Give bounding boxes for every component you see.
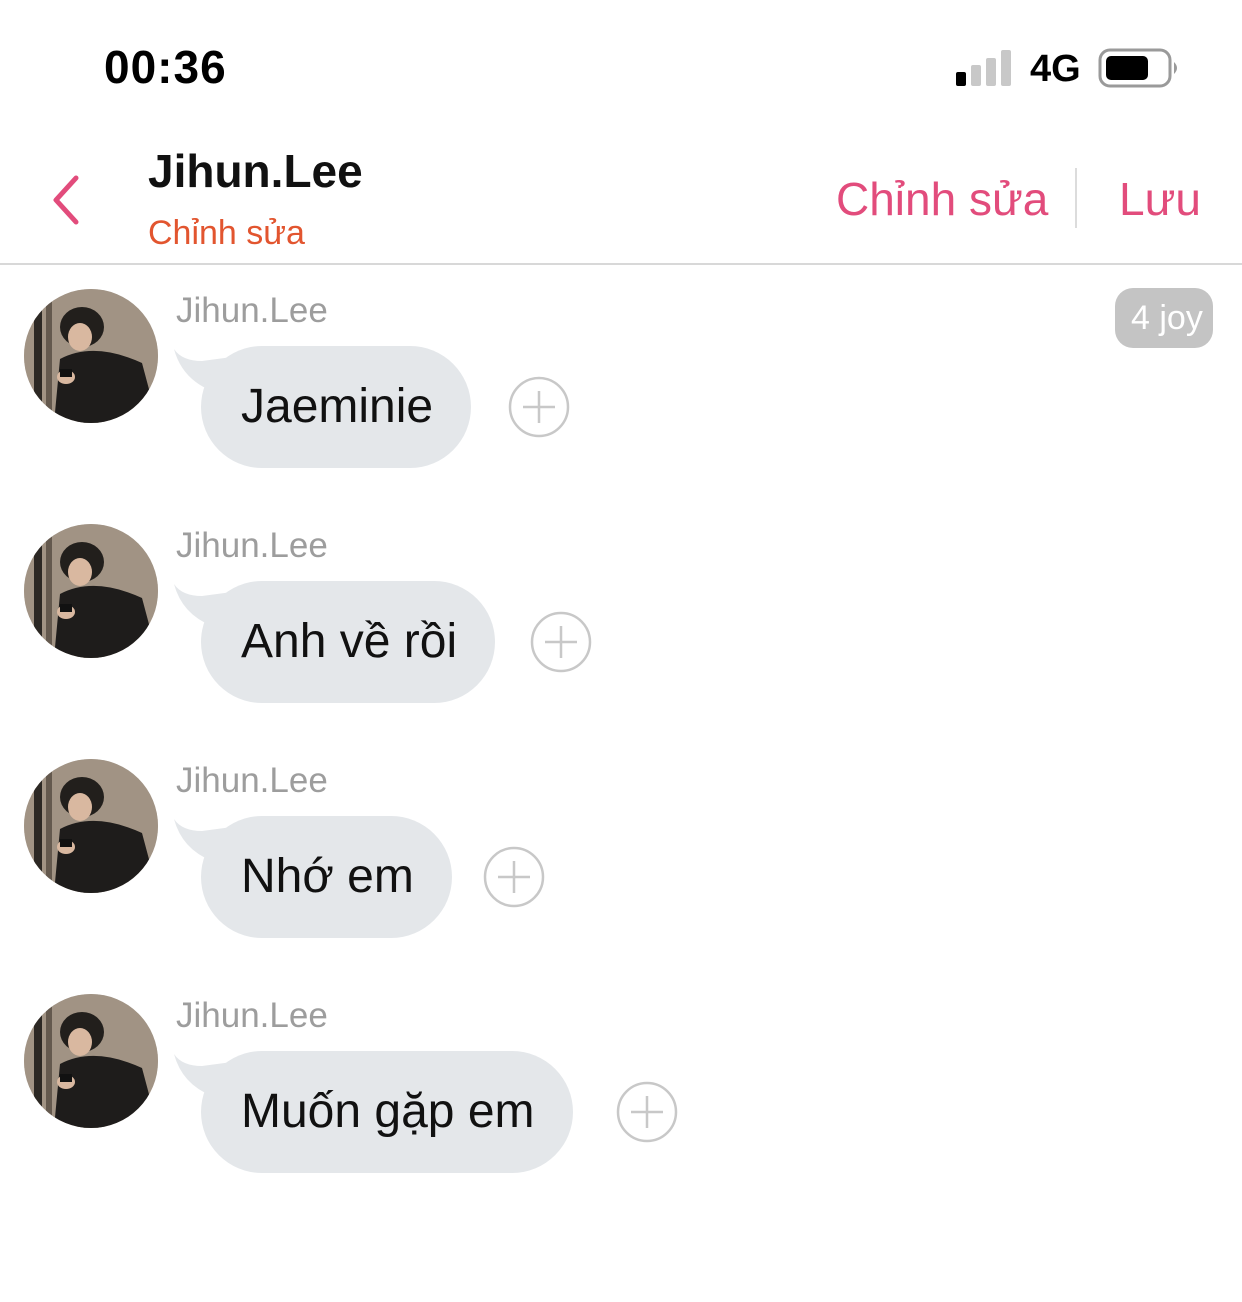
- message-row: Jihun.Lee Nhớ em: [0, 735, 1242, 938]
- plus-circle-icon[interactable]: [616, 1081, 678, 1143]
- message-row: Jihun.Lee Anh về rồi: [0, 500, 1242, 703]
- plus-circle-icon[interactable]: [508, 376, 570, 438]
- avatar-photo: [24, 759, 158, 893]
- avatar-photo: [24, 524, 158, 658]
- sender-name: Jihun.Lee: [176, 291, 328, 330]
- sender-name: Jihun.Lee: [176, 761, 328, 800]
- chat-header: Jihun.Lee Chỉnh sửa Chỉnh sửa Lưu: [0, 130, 1242, 265]
- save-button[interactable]: Lưu: [1119, 172, 1201, 226]
- plus-circle-icon[interactable]: [530, 611, 592, 673]
- battery-icon: [1098, 48, 1177, 88]
- message-row: Jihun.Lee Jaeminie 4 joy: [0, 265, 1242, 468]
- network-type: 4G: [1030, 48, 1081, 90]
- signal-strength-icon: [956, 50, 1011, 86]
- avatar[interactable]: [24, 759, 158, 893]
- status-bar: 00:36 4G: [0, 0, 1242, 130]
- message-bubble[interactable]: Muốn gặp em: [201, 1051, 573, 1173]
- chevron-left-icon: [53, 175, 79, 225]
- header-divider: [1075, 168, 1077, 228]
- avatar-photo: [24, 289, 158, 423]
- message-list: Jihun.Lee Jaeminie 4 joy Jihun.Lee Anh v…: [0, 265, 1242, 1302]
- message-bubble[interactable]: Nhớ em: [201, 816, 452, 938]
- avatar-photo: [24, 994, 158, 1128]
- avatar[interactable]: [24, 524, 158, 658]
- plus-circle-icon[interactable]: [483, 846, 545, 908]
- chat-subtitle: Chỉnh sửa: [148, 214, 305, 252]
- message-bubble[interactable]: Jaeminie: [201, 346, 472, 468]
- message-bubble[interactable]: Anh về rồi: [201, 581, 496, 703]
- time-badge: 4 joy: [1115, 288, 1213, 348]
- status-time: 00:36: [104, 41, 227, 93]
- back-button[interactable]: [44, 170, 88, 230]
- avatar[interactable]: [24, 994, 158, 1128]
- sender-name: Jihun.Lee: [176, 996, 328, 1035]
- chat-title: Jihun.Lee: [148, 145, 363, 197]
- edit-button[interactable]: Chỉnh sửa: [836, 172, 1048, 226]
- sender-name: Jihun.Lee: [176, 526, 328, 565]
- avatar[interactable]: [24, 289, 158, 423]
- message-row: Jihun.Lee Muốn gặp em: [0, 970, 1242, 1173]
